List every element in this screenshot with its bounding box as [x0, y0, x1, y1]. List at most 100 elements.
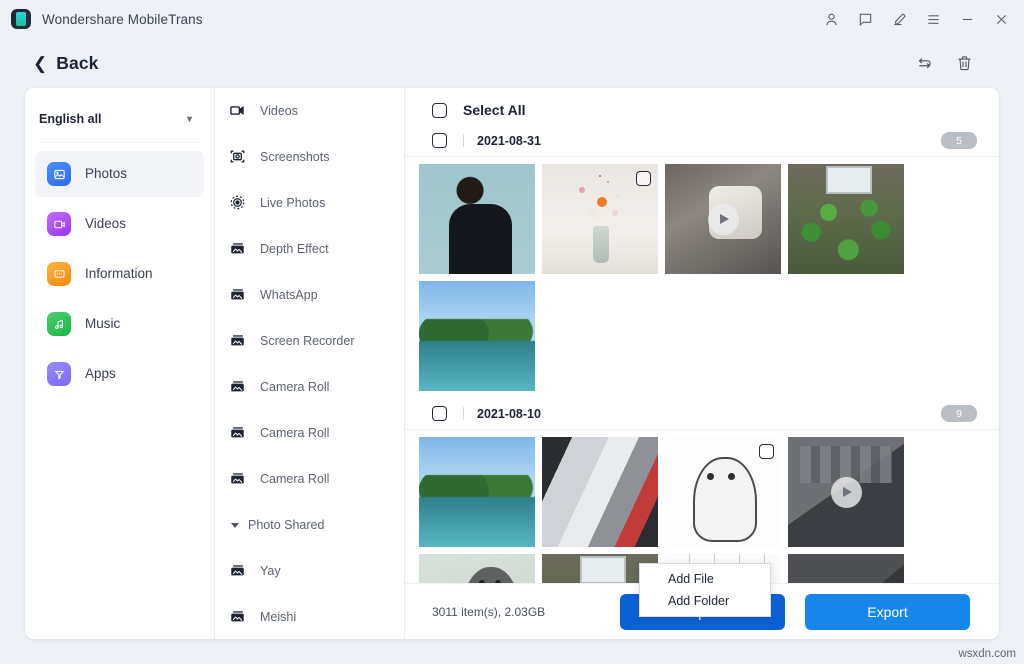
count-badge: 5: [941, 132, 977, 149]
category-item-label: Camera Roll: [260, 472, 329, 486]
select-all-checkbox[interactable]: [432, 103, 447, 118]
category-item-label: Screenshots: [260, 150, 329, 164]
category-item-label: WhatsApp: [260, 288, 318, 302]
category-item-label: Depth Effect: [260, 242, 329, 256]
thumbnail-item[interactable]: [542, 437, 658, 547]
sidebar-item-apps[interactable]: Apps: [35, 351, 204, 397]
caret-down-icon: [231, 523, 239, 528]
category-item-camera-roll-1[interactable]: Camera Roll: [215, 364, 404, 410]
thumbnail-item[interactable]: [788, 164, 904, 274]
thumbnail-item[interactable]: [419, 437, 535, 547]
music-icon: [47, 312, 71, 336]
date-group-header[interactable]: 2021-08-31 5: [405, 125, 999, 157]
album-icon: [229, 470, 247, 488]
category-item-screen-recorder[interactable]: Screen Recorder: [215, 318, 404, 364]
date-group-checkbox[interactable]: [432, 406, 447, 421]
account-icon[interactable]: [814, 0, 848, 38]
thumbnail-checkbox[interactable]: [636, 171, 651, 186]
photo-browser: Select All 2021-08-31 5: [405, 88, 999, 639]
menu-item-add-folder[interactable]: Add Folder: [640, 590, 770, 612]
select-all-label: Select All: [463, 102, 526, 118]
category-item-videos[interactable]: Videos: [215, 88, 404, 134]
watermark: wsxdn.com: [958, 648, 1016, 660]
category-item-screenshots[interactable]: Screenshots: [215, 134, 404, 180]
main-card: English all ▾ Photos: [25, 88, 999, 639]
thumbnail-grid: [405, 157, 999, 398]
item-status-label: 3011 item(s), 2.03GB: [432, 605, 545, 619]
date-group-header[interactable]: 2021-08-10 9: [405, 398, 999, 430]
sidebar-nav: Photos Videos: [25, 151, 214, 397]
album-icon: [229, 378, 247, 396]
thumbnail-checkbox[interactable]: [759, 444, 774, 459]
album-icon: [229, 608, 247, 626]
sidebar-item-information[interactable]: Information: [35, 251, 204, 297]
sidebar-item-photos[interactable]: Photos: [35, 151, 204, 197]
category-item-meishi[interactable]: Meishi: [215, 594, 404, 639]
photo-image: [419, 164, 535, 274]
category-item-label: Meishi: [260, 610, 296, 624]
thumbnail-item[interactable]: [419, 281, 535, 391]
thumbnail-item-video[interactable]: [665, 164, 781, 274]
edit-icon[interactable]: [882, 0, 916, 38]
category-item-whatsapp[interactable]: WhatsApp: [215, 272, 404, 318]
category-item-label: Yay: [260, 564, 281, 578]
category-item-label: Screen Recorder: [260, 334, 355, 348]
category-group-photo-shared[interactable]: Photo Shared: [215, 502, 404, 548]
sidebar-item-music[interactable]: Music: [35, 301, 204, 347]
back-button[interactable]: ❮ Back: [33, 53, 99, 74]
date-group-checkbox[interactable]: [432, 133, 447, 148]
category-item-label: Videos: [260, 104, 298, 118]
thumbnail-item-video[interactable]: [788, 437, 904, 547]
album-icon: [229, 562, 247, 580]
close-icon[interactable]: [984, 0, 1018, 38]
category-item-camera-roll-3[interactable]: Camera Roll: [215, 456, 404, 502]
apps-icon: [47, 362, 71, 386]
photo-image: [419, 281, 535, 391]
title-bar: Wondershare MobileTrans: [0, 0, 1024, 38]
photos-icon: [47, 162, 71, 186]
divider: [463, 134, 464, 147]
chevron-left-icon: ❮: [33, 55, 47, 72]
sidebar-item-videos[interactable]: Videos: [35, 201, 204, 247]
language-selector-label: English all: [39, 112, 102, 126]
category-item-label: Camera Roll: [260, 426, 329, 440]
category-item-label: Live Photos: [260, 196, 325, 210]
app-logo-icon: [11, 9, 31, 29]
sidebar-item-label: Photos: [85, 167, 127, 181]
category-item-camera-roll-2[interactable]: Camera Roll: [215, 410, 404, 456]
feedback-icon[interactable]: [848, 0, 882, 38]
menu-icon[interactable]: [916, 0, 950, 38]
delete-icon[interactable]: [944, 43, 984, 83]
select-all-row[interactable]: Select All: [405, 95, 999, 125]
export-button[interactable]: Export: [805, 594, 970, 630]
screenshot-icon: [229, 148, 247, 166]
thumbnail-item[interactable]: [542, 164, 658, 274]
videos-icon: [47, 212, 71, 236]
language-selector[interactable]: English all ▾: [37, 103, 202, 135]
photo-image: [542, 437, 658, 547]
thumbnail-item[interactable]: [665, 437, 781, 547]
divider: [463, 407, 464, 420]
thumbnail-item[interactable]: [419, 164, 535, 274]
photo-image: [788, 164, 904, 274]
album-icon: [229, 424, 247, 442]
import-context-menu: Add File Add Folder: [639, 563, 771, 617]
refresh-icon[interactable]: [904, 43, 944, 83]
play-icon[interactable]: [831, 477, 862, 508]
play-icon[interactable]: [708, 204, 739, 235]
minimize-icon[interactable]: [950, 0, 984, 38]
count-badge: 9: [941, 405, 977, 422]
live-photo-icon: [229, 194, 247, 212]
category-group-label: Photo Shared: [248, 518, 324, 532]
category-item-depth-effect[interactable]: Depth Effect: [215, 226, 404, 272]
album-icon: [229, 286, 247, 304]
photo-image: [419, 437, 535, 547]
app-title: Wondershare MobileTrans: [42, 12, 203, 27]
chevron-down-icon: ▾: [187, 114, 192, 125]
back-label: Back: [56, 53, 98, 74]
menu-item-add-file[interactable]: Add File: [640, 568, 770, 590]
category-item-yay[interactable]: Yay: [215, 548, 404, 594]
album-icon: [229, 240, 247, 258]
category-item-live-photos[interactable]: Live Photos: [215, 180, 404, 226]
album-icon: [229, 332, 247, 350]
